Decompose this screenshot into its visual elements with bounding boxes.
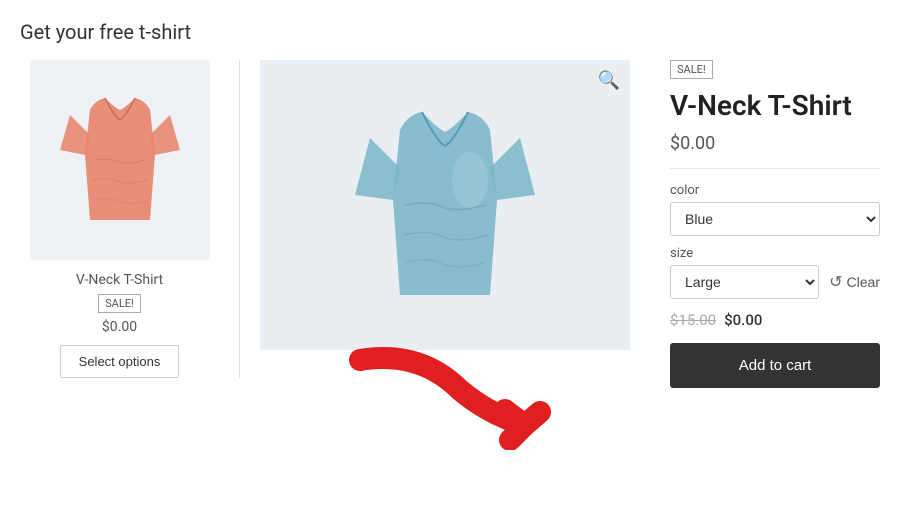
red-arrow-icon bbox=[340, 340, 560, 450]
price-row: $15.00 $0.00 bbox=[670, 311, 880, 329]
zoom-icon[interactable]: 🔍 bbox=[598, 70, 620, 91]
size-label: size bbox=[670, 246, 880, 261]
page-wrapper: Get your free t-shirt bbox=[0, 0, 900, 470]
color-select[interactable]: Blue Red Green bbox=[670, 202, 880, 236]
refresh-icon: ↺ bbox=[829, 272, 842, 292]
detail-sale-badge: SALE! bbox=[670, 60, 713, 79]
product-thumbnail bbox=[30, 60, 210, 260]
original-price: $15.00 bbox=[670, 311, 716, 329]
size-select[interactable]: Small Medium Large X-Large bbox=[670, 265, 819, 299]
select-options-button[interactable]: Select options bbox=[60, 345, 180, 378]
product-list: V-Neck T-Shirt SALE! $0.00 Select option… bbox=[20, 60, 240, 378]
arrow-area bbox=[260, 350, 630, 450]
main-image-wrapper: 🔍 bbox=[260, 60, 630, 350]
product-card-sale-badge: SALE! bbox=[98, 294, 141, 313]
content-area: V-Neck T-Shirt SALE! $0.00 Select option… bbox=[20, 60, 880, 450]
product-card-name: V-Neck T-Shirt bbox=[76, 272, 163, 288]
tshirt-blue-image bbox=[355, 100, 535, 310]
color-label: color bbox=[670, 183, 880, 198]
clear-button[interactable]: ↺ Clear bbox=[829, 272, 880, 292]
sale-price: $0.00 bbox=[724, 311, 762, 329]
add-to-cart-button[interactable]: Add to cart bbox=[670, 343, 880, 388]
product-card: V-Neck T-Shirt SALE! $0.00 Select option… bbox=[20, 60, 219, 378]
detail-current-price: $0.00 bbox=[670, 133, 880, 154]
product-main-image-section: 🔍 bbox=[240, 60, 650, 450]
divider-1 bbox=[670, 168, 880, 169]
page-title: Get your free t-shirt bbox=[20, 20, 880, 44]
detail-product-name: V-Neck T-Shirt bbox=[670, 89, 880, 123]
tshirt-salmon-image bbox=[60, 90, 180, 230]
product-card-price: $0.00 bbox=[102, 319, 137, 335]
size-row: Small Medium Large X-Large ↺ Clear bbox=[670, 265, 880, 299]
clear-label: Clear bbox=[847, 274, 880, 290]
size-option-group: size Small Medium Large X-Large ↺ Clear bbox=[670, 246, 880, 299]
product-details-panel: SALE! V-Neck T-Shirt $0.00 color Blue Re… bbox=[650, 60, 880, 388]
color-option-group: color Blue Red Green bbox=[670, 183, 880, 236]
